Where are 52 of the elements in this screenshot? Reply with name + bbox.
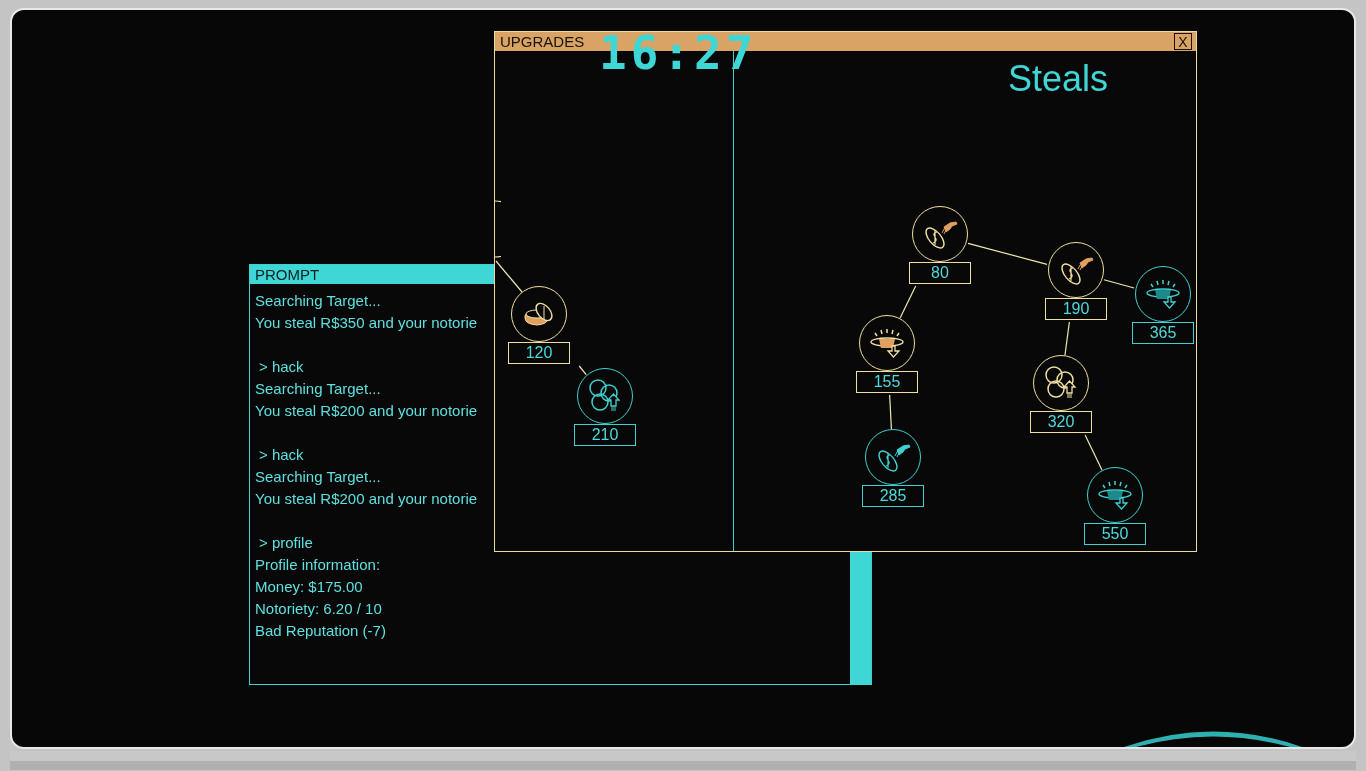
output-line: You steal R$200 and your notorie: [255, 489, 478, 509]
cost-label: 155: [856, 371, 918, 393]
close-button[interactable]: X: [1174, 33, 1192, 50]
connector-line: [1103, 279, 1135, 289]
panel-title: Steals: [1008, 61, 1109, 97]
money-hand-icon: [1061, 257, 1094, 285]
output-line: You steal R$200 and your notorie: [255, 401, 478, 421]
cost-label: 365: [1132, 322, 1194, 344]
bowl-arrow-icon: [1098, 480, 1132, 510]
upgrade-node[interactable]: [865, 429, 921, 485]
cost-label: 210: [574, 424, 636, 446]
upgrade-node[interactable]: [912, 206, 968, 262]
output-line: Searching Target...: [255, 379, 381, 399]
command-line: > hack: [258, 445, 304, 465]
bowl-arrow-icon: [870, 328, 904, 358]
command-line: > profile: [258, 533, 313, 553]
money-hand-icon: [878, 444, 911, 472]
cost-label: 120: [508, 342, 570, 364]
cost-label: 190: [1045, 298, 1107, 320]
connector-line: [1064, 321, 1070, 356]
upgrade-node[interactable]: [511, 286, 567, 342]
cost-label: 80: [909, 262, 971, 284]
output-line: Profile information:: [255, 555, 381, 575]
output-line: Searching Target...: [255, 467, 381, 487]
bowl-arrow-icon: [1146, 279, 1180, 309]
upgrade-node[interactable]: [1048, 242, 1104, 298]
circles-arrow-icon: [1045, 366, 1077, 398]
output-line: Notoriety: 6.20 / 10: [255, 599, 382, 619]
upgrade-node[interactable]: [859, 315, 915, 371]
window-title: PROMPT: [255, 267, 320, 282]
connector-line: [578, 365, 587, 376]
command-line: > hack: [258, 357, 304, 377]
output-line: Searching Target...: [255, 291, 381, 311]
circles-arrow-icon: [589, 379, 621, 411]
money-hand-icon: [925, 221, 958, 249]
connector-line: [495, 260, 523, 293]
connector-line: [899, 285, 917, 319]
upgrade-node[interactable]: [1033, 355, 1089, 411]
connector-line: [889, 394, 892, 430]
upgrade-node[interactable]: [1087, 467, 1143, 523]
coin-stack-icon: [524, 302, 553, 326]
window-title: UPGRADES: [500, 34, 585, 49]
cost-label: 550: [1084, 523, 1146, 545]
output-line: Bad Reputation (-7): [255, 621, 386, 641]
upgrade-node[interactable]: [1135, 266, 1191, 322]
output-line: Money: $175.00: [255, 577, 363, 597]
cost-label: 285: [862, 485, 924, 507]
connector-line: [1084, 434, 1103, 471]
upgrade-node[interactable]: [577, 368, 633, 424]
output-line: You steal R$350 and your notorie: [255, 313, 478, 333]
cost-label: 320: [1030, 411, 1092, 433]
scrollbar-thumb[interactable]: [850, 551, 871, 685]
